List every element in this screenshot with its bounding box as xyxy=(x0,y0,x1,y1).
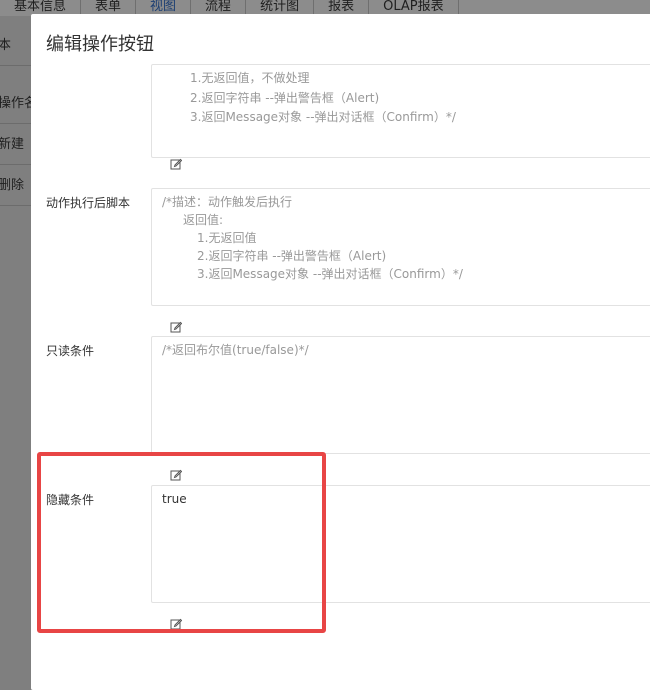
readonly-condition-editor[interactable]: /*返回布尔值(true/false)*/ xyxy=(151,336,650,454)
readonly-condition-label: 只读条件 xyxy=(46,344,95,358)
edit-action-button-dialog: 编辑操作按钮 1.无返回值，不做处理 2.返回字符串 --弹出警告框（Alert… xyxy=(31,14,650,690)
after-script-line: 2.返回字符串 --弹出警告框（Alert) xyxy=(197,249,387,263)
readonly-condition-placeholder: /*返回布尔值(true/false)*/ xyxy=(162,343,309,357)
after-script-label: 动作执行后脚本 xyxy=(46,196,131,210)
after-script-line: 返回值: xyxy=(183,213,224,227)
before-script-line: 2.返回字符串 --弹出警告框（Alert) xyxy=(190,91,380,105)
hidden-condition-editor[interactable]: true xyxy=(151,485,650,603)
before-script-editor[interactable]: 1.无返回值，不做处理 2.返回字符串 --弹出警告框（Alert) 3.返回M… xyxy=(151,64,650,158)
readonly-condition-row: 只读条件 /*返回布尔值(true/false)*/ xyxy=(31,336,650,481)
hidden-condition-value: true xyxy=(162,492,187,506)
after-script-row: 动作执行后脚本 /*描述：动作触发后执行 返回值: 1.无返回值 2.返回字符串… xyxy=(31,188,650,333)
edit-icon[interactable] xyxy=(170,469,182,481)
before-script-row: 1.无返回值，不做处理 2.返回字符串 --弹出警告框（Alert) 3.返回M… xyxy=(31,64,650,184)
before-script-line: 3.返回Message对象 --弹出对话框（Confirm）*/ xyxy=(190,110,456,124)
edit-icon[interactable] xyxy=(170,321,182,333)
after-script-line: 3.返回Message对象 --弹出对话框（Confirm）*/ xyxy=(197,267,463,281)
sidebar-item-new[interactable]: 新建 xyxy=(0,125,32,165)
before-script-line: 1.无返回值，不做处理 xyxy=(190,71,310,85)
dialog-title: 编辑操作按钮 xyxy=(46,34,154,55)
after-script-line: /*描述：动作触发后执行 xyxy=(162,195,293,209)
sidebar-item-delete[interactable]: 删除 xyxy=(0,166,32,206)
hidden-condition-row: 隐藏条件 true xyxy=(31,485,650,630)
hidden-condition-label: 隐藏条件 xyxy=(46,493,95,507)
sidebar-item-script: 本 xyxy=(0,26,32,66)
edit-icon[interactable] xyxy=(170,618,182,630)
background-sidebar: 本 操作名 新建 删除 xyxy=(0,16,32,690)
after-script-line: 1.无返回值 xyxy=(197,231,257,245)
after-script-editor[interactable]: /*描述：动作触发后执行 返回值: 1.无返回值 2.返回字符串 --弹出警告框… xyxy=(151,188,650,306)
sidebar-item-operation-name: 操作名 xyxy=(0,84,32,124)
edit-icon[interactable] xyxy=(170,158,182,170)
